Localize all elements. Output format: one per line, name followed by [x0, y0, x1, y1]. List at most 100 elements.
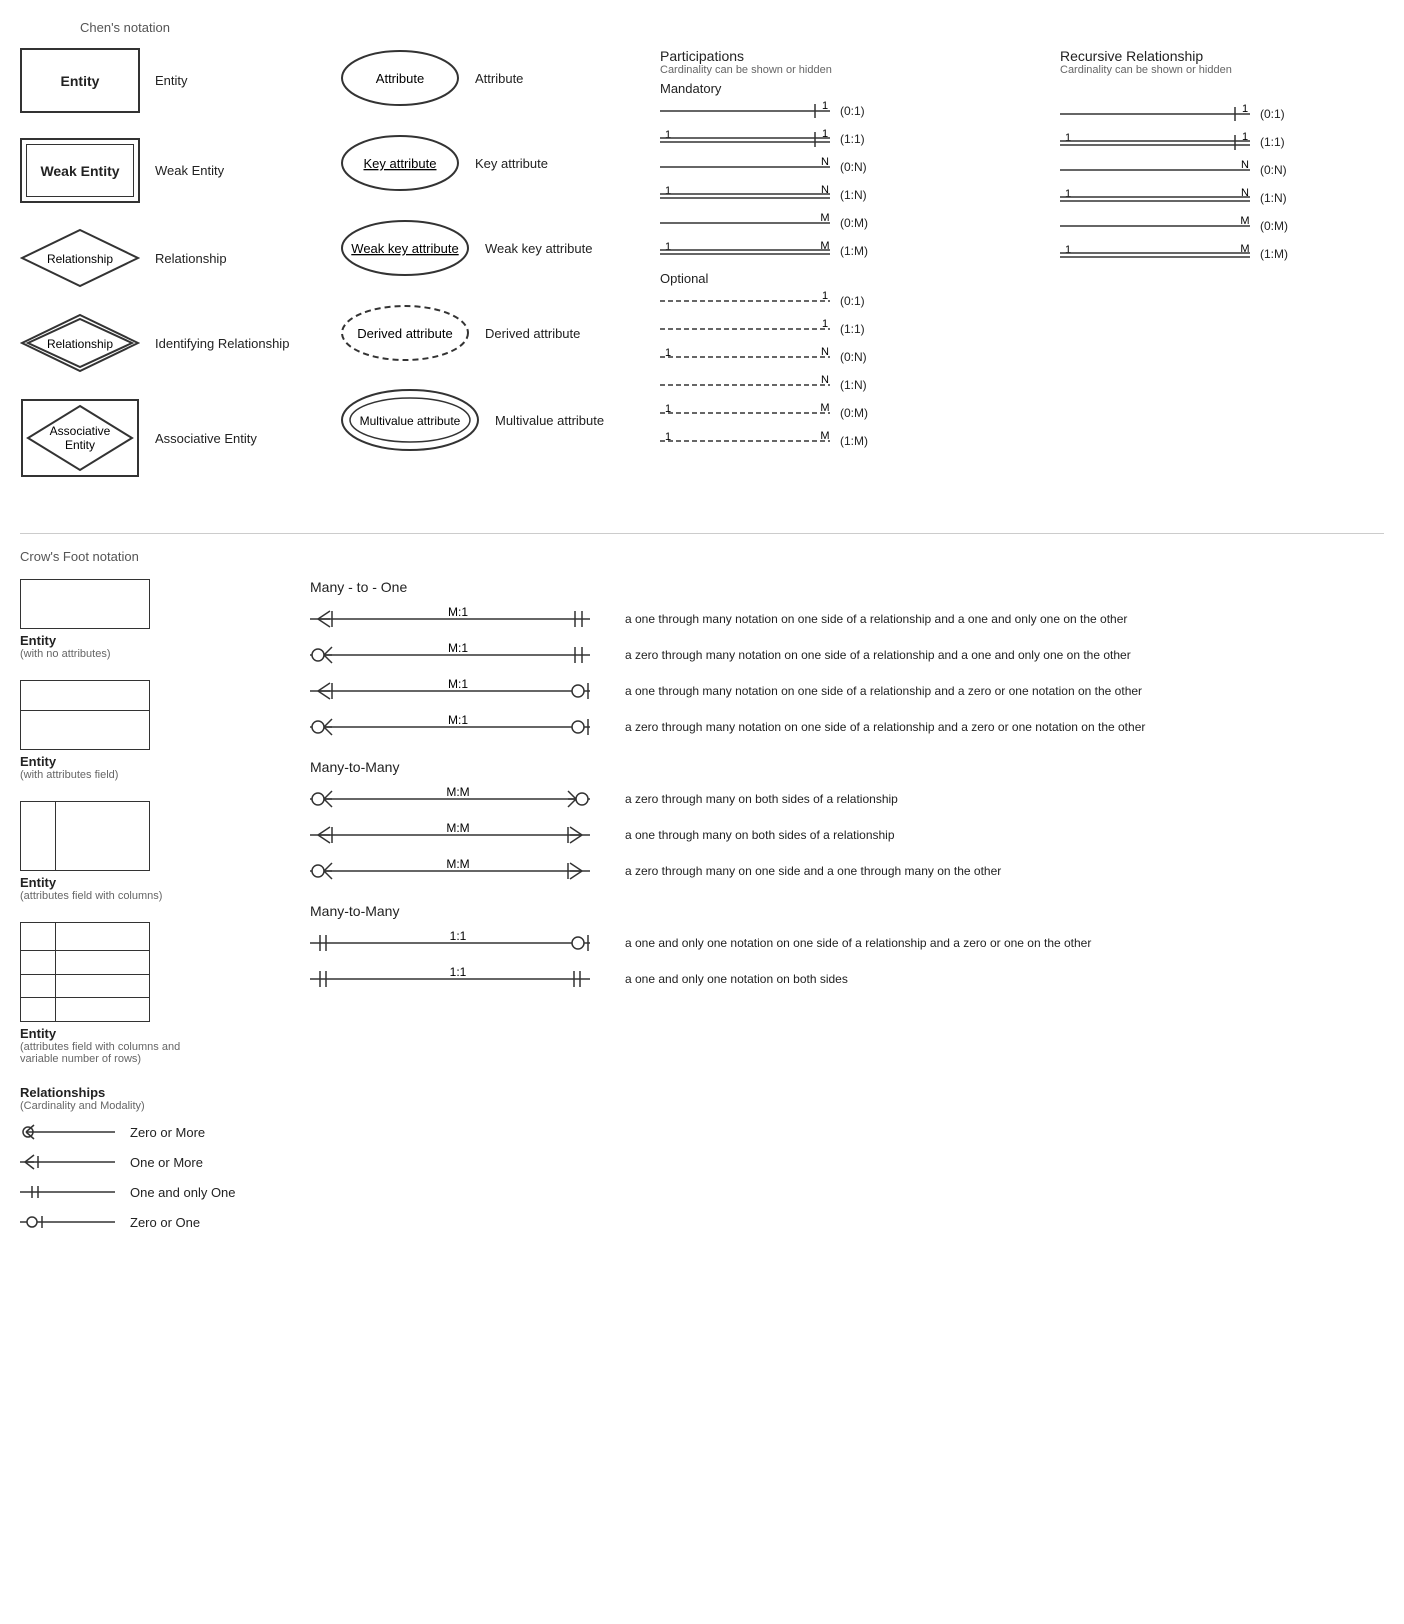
optional-1-n: N (1:N) — [660, 375, 1040, 395]
legend-zero-or-more: Zero or More — [20, 1122, 280, 1142]
chens-title: Chen's notation — [80, 20, 1384, 35]
assoc-entity-row: Associative Entity Associative Entity — [20, 398, 340, 478]
crow-entity-attrs-label: Entity — [20, 754, 280, 769]
mandatory-label: Mandatory — [660, 81, 1040, 96]
multivalue-shape: Multivalue attribute — [340, 388, 480, 453]
optional-0-m: 1 M (0:M) — [660, 403, 1040, 423]
zero-or-more-label: Zero or More — [130, 1125, 205, 1140]
svg-text:Derived attribute: Derived attribute — [357, 326, 452, 341]
svg-text:N: N — [821, 375, 829, 386]
mandatory-1-1: 1 1 (1:1) — [660, 129, 1040, 149]
crows-title: Crow's Foot notation — [20, 549, 1384, 564]
entity-row: Entity Entity — [20, 48, 340, 113]
m1-row-3: M:1 a one through many notation on one s… — [310, 679, 1384, 703]
11-desc-1: a one and only one notation on one side … — [625, 936, 1384, 950]
attribute-row: Attribute Attribute — [340, 48, 660, 108]
entity-label: Entity — [61, 73, 100, 89]
mm-row-3: M:M a zero through many on one side and … — [310, 859, 1384, 883]
recursive-subtitle: Cardinality can be shown or hidden — [1060, 64, 1380, 76]
svg-text:1: 1 — [822, 129, 828, 140]
m1-desc-1: a one through many notation on one side … — [625, 612, 1384, 626]
optional-label: Optional — [660, 271, 1040, 286]
m1-row-4: M:1 a zero through many notation on one … — [310, 715, 1384, 739]
relationship-text-label: Relationship — [155, 251, 227, 266]
svg-text:1: 1 — [665, 185, 671, 197]
legend-one-only: One and only One — [20, 1182, 280, 1202]
m1-desc-4: a zero through many notation on one side… — [625, 720, 1384, 734]
mm-row-1: M:M a zero through many on both sides of… — [310, 787, 1384, 811]
crow-entity-simple-item: Entity (with no attributes) — [20, 579, 280, 660]
svg-text:M:1: M:1 — [448, 607, 468, 619]
m1-desc-2: a zero through many notation on one side… — [625, 648, 1384, 662]
participations-subtitle: Cardinality can be shown or hidden — [660, 64, 1040, 76]
crow-entity-simple-sublabel: (with no attributes) — [20, 648, 280, 660]
svg-text:Relationship: Relationship — [47, 337, 113, 351]
svg-text:1: 1 — [822, 291, 828, 302]
many-to-many-title: Many-to-Many — [310, 759, 1384, 775]
svg-text:M: M — [820, 403, 829, 414]
crow-entity-attrs-sublabel: (with attributes field) — [20, 769, 280, 781]
identifying-rel-shape: Relationship — [20, 313, 140, 373]
svg-text:1: 1 — [1065, 244, 1071, 256]
rel-legend-title: Relationships — [20, 1085, 280, 1100]
svg-text:1: 1 — [1242, 104, 1248, 115]
svg-text:M:1: M:1 — [448, 715, 468, 727]
relationship-shape: Relationship — [20, 228, 140, 288]
svg-text:M:1: M:1 — [448, 679, 468, 691]
svg-text:1:1: 1:1 — [450, 967, 467, 979]
svg-text:M:1: M:1 — [448, 643, 468, 655]
m1-desc-3: a one through many notation on one side … — [625, 684, 1384, 698]
svg-text:M:M: M:M — [446, 823, 469, 835]
11-row-1: 1:1 a one and only one notation on one s… — [310, 931, 1384, 955]
svg-text:M: M — [820, 213, 829, 224]
svg-text:N: N — [821, 157, 829, 168]
identifying-rel-row: Relationship Identifying Relationship — [20, 313, 340, 373]
identifying-rel-text-label: Identifying Relationship — [155, 336, 289, 351]
svg-text:N: N — [1241, 188, 1249, 199]
crow-entity-simple — [20, 579, 150, 629]
crow-entity-cols — [20, 801, 150, 871]
mm-row-2: M:M a one through many on both sides of … — [310, 823, 1384, 847]
crow-entity-cols-sublabel: (attributes field with columns) — [20, 890, 280, 902]
multivalue-row: Multivalue attribute Multivalue attribut… — [340, 388, 660, 453]
mandatory-0-1: 1 (0:1) — [660, 101, 1040, 121]
m1-row-2: M:1 a zero through many notation on one … — [310, 643, 1384, 667]
svg-text:M: M — [820, 241, 829, 252]
svg-text:1: 1 — [665, 241, 671, 253]
assoc-entity-text-label: Associative Entity — [155, 431, 257, 446]
multivalue-text-label: Multivalue attribute — [495, 413, 604, 428]
mm-desc-2: a one through many on both sides of a re… — [625, 828, 1384, 842]
key-attr-row: Key attribute Key attribute — [340, 133, 660, 193]
svg-text:1:1: 1:1 — [450, 931, 467, 943]
optional-1-m: 1 M (1:M) — [660, 431, 1040, 451]
derived-attr-row: Derived attribute Derived attribute — [340, 303, 660, 363]
crow-entity-full — [20, 922, 150, 1022]
crow-entity-cols-item: Entity (attributes field with columns) — [20, 801, 280, 902]
rel-legend-subtitle: (Cardinality and Modality) — [20, 1100, 280, 1112]
svg-text:1: 1 — [822, 101, 828, 112]
svg-text:M: M — [1240, 216, 1249, 227]
crow-entity-full-sublabel: (attributes field with columns and varia… — [20, 1041, 190, 1065]
attribute-shape: Attribute — [340, 48, 460, 108]
crow-entity-attrs-item: Entity (with attributes field) — [20, 680, 280, 781]
optional-0-1: 1 (0:1) — [660, 291, 1040, 311]
recursive-1-1: 1 1 (1:1) — [1060, 132, 1380, 152]
svg-text:1: 1 — [822, 319, 828, 330]
recursive-0-n: N (0:N) — [1060, 160, 1380, 180]
optional-1-1: 1 (1:1) — [660, 319, 1040, 339]
svg-text:Associative: Associative — [50, 424, 111, 438]
crow-entity-attrs — [20, 680, 150, 750]
assoc-entity-shape: Associative Entity — [20, 398, 140, 478]
one-or-more-label: One or More — [130, 1155, 203, 1170]
11-row-2: 1:1 a one and only one notation on both … — [310, 967, 1384, 991]
svg-text:Entity: Entity — [65, 438, 95, 452]
optional-0-n: 1 N (0:N) — [660, 347, 1040, 367]
weak-key-shape: Weak key attribute — [340, 218, 470, 278]
m1-row-1: M:1 a one through many notation on one s… — [310, 607, 1384, 631]
svg-text:Key attribute: Key attribute — [364, 156, 437, 171]
svg-text:1: 1 — [1065, 188, 1071, 200]
svg-text:M: M — [820, 431, 829, 442]
mm-desc-1: a zero through many on both sides of a r… — [625, 792, 1384, 806]
zero-or-one-label: Zero or One — [130, 1215, 200, 1230]
mandatory-0-m: M (0:M) — [660, 213, 1040, 233]
